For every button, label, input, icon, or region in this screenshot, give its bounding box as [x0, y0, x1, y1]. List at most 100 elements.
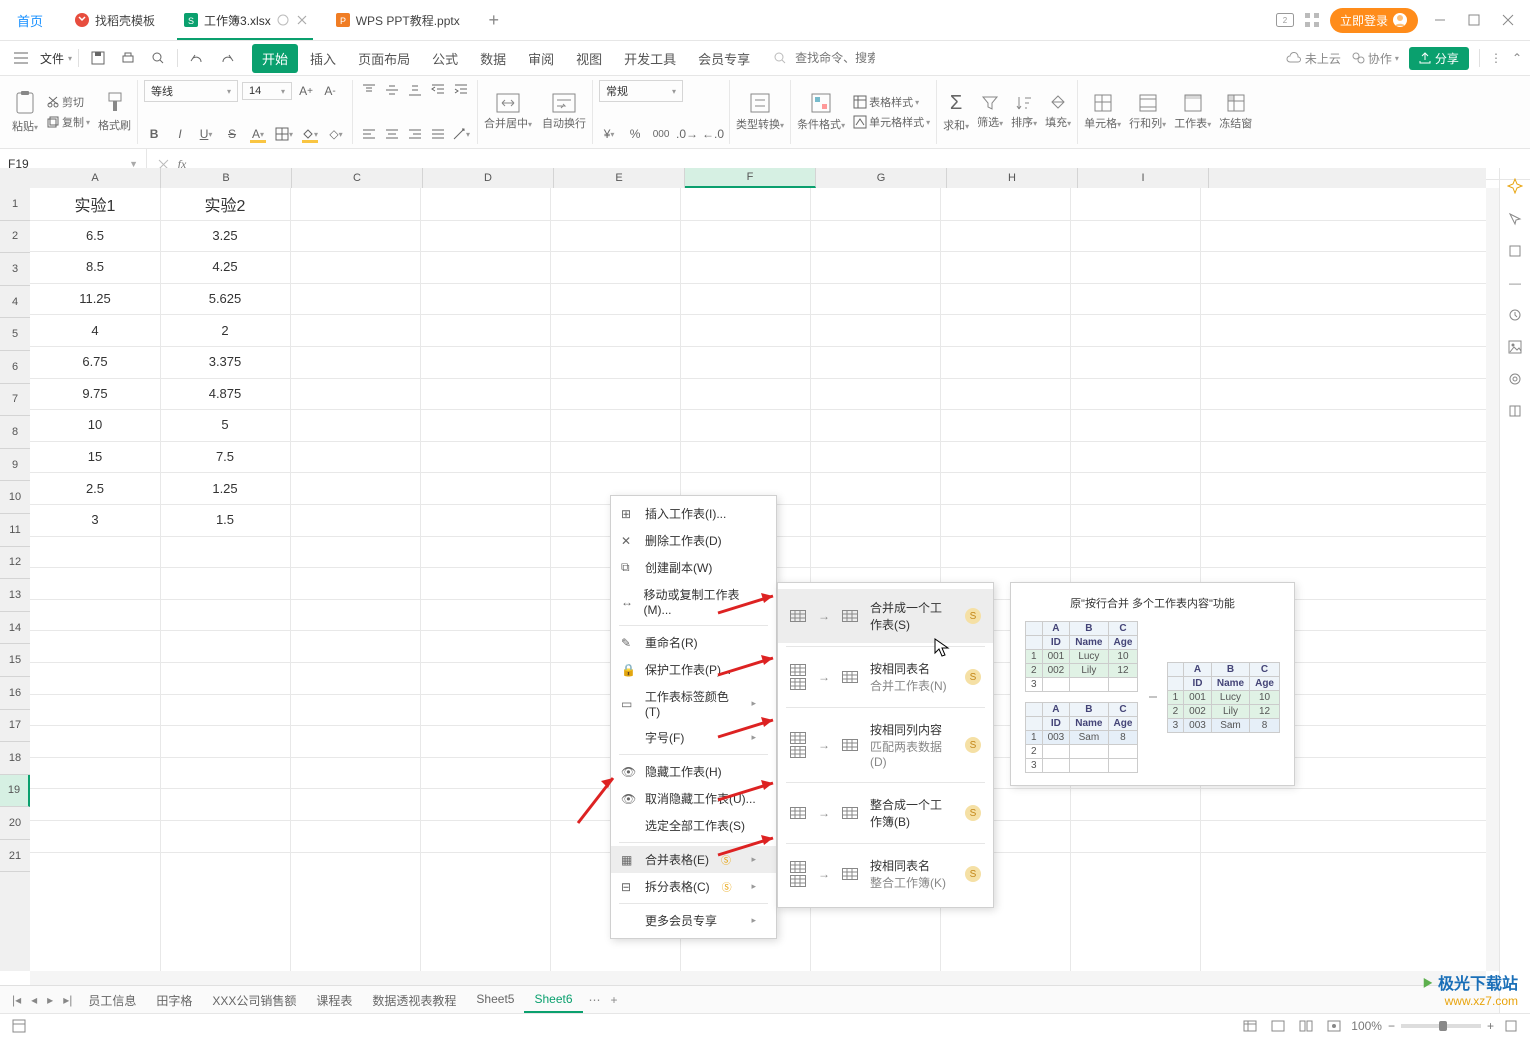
ctx-item[interactable]: 字号(F)▸: [611, 724, 776, 751]
print-icon[interactable]: [115, 45, 141, 71]
paste-button[interactable]: 粘贴▾: [12, 90, 38, 134]
more-icon[interactable]: ⋮: [1490, 51, 1502, 65]
percent-icon[interactable]: %: [625, 124, 645, 144]
dec-decimal-icon[interactable]: ←.0: [703, 124, 723, 144]
font-size-select[interactable]: 14▾: [242, 82, 292, 100]
orientation-icon[interactable]: ▾: [451, 124, 471, 144]
row-header-15[interactable]: 15: [0, 644, 30, 677]
col-header-B[interactable]: B: [161, 168, 292, 188]
share-button[interactable]: 分享: [1409, 47, 1469, 70]
menu-tab-view[interactable]: 视图: [566, 44, 612, 73]
menu-icon[interactable]: [8, 45, 34, 71]
ctx-item[interactable]: ✎重命名(R): [611, 629, 776, 656]
cell-style-button[interactable]: 单元格样式▾: [853, 114, 930, 130]
row-header-19[interactable]: 19: [0, 775, 30, 808]
row-header-12[interactable]: 12: [0, 547, 30, 580]
col-header-A[interactable]: A: [30, 168, 161, 188]
col-header-D[interactable]: D: [423, 168, 554, 188]
sheet-tab[interactable]: 员工信息: [78, 988, 146, 1013]
sheet-nav-last[interactable]: ▸|: [59, 993, 76, 1007]
sum-button[interactable]: Σ求和▾: [943, 92, 969, 133]
col-header-G[interactable]: G: [816, 168, 947, 188]
cell-B5[interactable]: 2: [160, 314, 290, 346]
row-header-1[interactable]: 1: [0, 188, 30, 221]
cell-B10[interactable]: 1.25: [160, 472, 290, 504]
undo-icon[interactable]: [184, 45, 210, 71]
select-icon[interactable]: [1508, 212, 1522, 226]
col-header-E[interactable]: E: [554, 168, 685, 188]
status-icon[interactable]: [8, 1019, 30, 1033]
login-button[interactable]: 立即登录: [1330, 8, 1418, 33]
submenu-item[interactable]: →合并成一个工作表(S)S: [778, 589, 993, 643]
cell-B1[interactable]: 实验2: [160, 188, 290, 220]
horizontal-scrollbar[interactable]: [30, 971, 1486, 985]
border-button[interactable]: ▾: [274, 124, 294, 144]
cell-B6[interactable]: 3.375: [160, 346, 290, 378]
close-button[interactable]: [1496, 8, 1520, 32]
row-header-4[interactable]: 4: [0, 286, 30, 319]
row-header-14[interactable]: 14: [0, 612, 30, 645]
merge-center-button[interactable]: 合并居中▾: [484, 93, 532, 131]
align-left-icon[interactable]: [359, 124, 379, 144]
row-header-8[interactable]: 8: [0, 416, 30, 449]
cell-A11[interactable]: 3: [30, 504, 160, 536]
row-header-17[interactable]: 17: [0, 710, 30, 743]
cell-A5[interactable]: 4: [30, 314, 160, 346]
menu-tab-review[interactable]: 审阅: [518, 44, 564, 73]
menu-tab-vip[interactable]: 会员专享: [688, 44, 760, 73]
cell-A10[interactable]: 2.5: [30, 472, 160, 504]
copy-button[interactable]: 复制▾: [46, 114, 90, 130]
sheet-tab[interactable]: 数据透视表教程: [362, 988, 466, 1013]
search-input[interactable]: [793, 50, 877, 66]
ctx-item[interactable]: ⊞插入工作表(I)...: [611, 500, 776, 527]
menu-tab-layout[interactable]: 页面布局: [348, 44, 420, 73]
collapse-ribbon-icon[interactable]: ⌃: [1512, 51, 1522, 65]
sheet-tab[interactable]: XXX公司销售额: [202, 988, 306, 1013]
fullscreen-icon[interactable]: [1500, 1020, 1522, 1032]
cell-A6[interactable]: 6.75: [30, 346, 160, 378]
sheet-tab[interactable]: 课程表: [306, 988, 362, 1013]
clear-format-button[interactable]: ◇▾: [326, 124, 346, 144]
cell-A4[interactable]: 11.25: [30, 283, 160, 315]
close-icon[interactable]: [297, 15, 307, 25]
ctx-item[interactable]: ✕删除工作表(D): [611, 527, 776, 554]
target-icon[interactable]: [1508, 372, 1522, 386]
align-top-icon[interactable]: [359, 80, 379, 100]
cell-B8[interactable]: 5: [160, 409, 290, 441]
style-icon[interactable]: [1508, 244, 1522, 258]
filter-button[interactable]: 筛选▾: [977, 94, 1003, 130]
minimize-button[interactable]: [1428, 8, 1452, 32]
col-header-H[interactable]: H: [947, 168, 1078, 188]
col-header-I[interactable]: I: [1078, 168, 1209, 188]
ctx-item[interactable]: 选定全部工作表(S): [611, 812, 776, 839]
fill-button[interactable]: 填充▾: [1045, 94, 1071, 130]
font-name-select[interactable]: 等线▾: [144, 80, 238, 102]
italic-button[interactable]: I: [170, 124, 190, 144]
zoom-out-button[interactable]: −: [1388, 1019, 1395, 1033]
indent-right-icon[interactable]: [451, 80, 471, 100]
sheet-more[interactable]: ⋯: [585, 993, 605, 1007]
row-header-7[interactable]: 7: [0, 384, 30, 417]
image-icon[interactable]: [1508, 340, 1522, 354]
apps-icon[interactable]: [1304, 12, 1320, 28]
view-pagebreak-icon[interactable]: [1267, 1020, 1289, 1032]
currency-icon[interactable]: ¥▾: [599, 124, 619, 144]
view-layout-icon[interactable]: [1295, 1020, 1317, 1032]
cell-A8[interactable]: 10: [30, 409, 160, 441]
sheet-tab[interactable]: 田字格: [146, 988, 202, 1013]
sheet-button[interactable]: 工作表▾: [1174, 93, 1211, 131]
row-header-21[interactable]: 21: [0, 840, 30, 873]
align-center-icon[interactable]: [382, 124, 402, 144]
row-header-18[interactable]: 18: [0, 742, 30, 775]
book-icon[interactable]: [1508, 404, 1522, 418]
zoom-label[interactable]: 100%: [1351, 1019, 1382, 1033]
row-header-6[interactable]: 6: [0, 351, 30, 384]
tab-ppt[interactable]: P WPS PPT教程.pptx: [321, 0, 474, 40]
cell-B9[interactable]: 7.5: [160, 441, 290, 473]
collab-button[interactable]: 协作▾: [1351, 50, 1399, 67]
cell-B7[interactable]: 4.875: [160, 378, 290, 410]
menu-tab-formula[interactable]: 公式: [422, 44, 468, 73]
cell-A3[interactable]: 8.5: [30, 251, 160, 283]
preview-icon[interactable]: [145, 45, 171, 71]
row-header-20[interactable]: 20: [0, 807, 30, 840]
